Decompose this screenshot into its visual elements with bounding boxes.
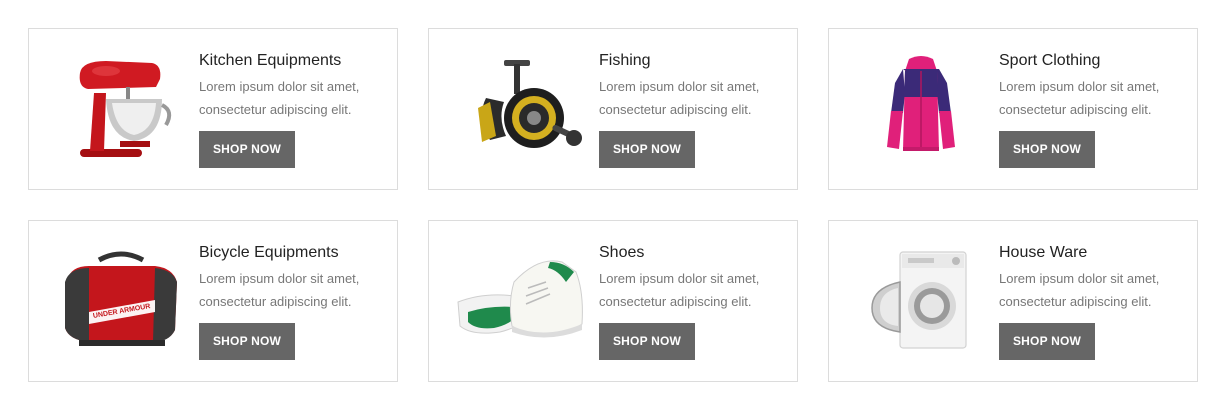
- card-description-line-1: Lorem ipsum dolor sit amet,: [999, 271, 1160, 286]
- card-description-line-1: Lorem ipsum dolor sit amet,: [599, 79, 760, 94]
- category-card-kitchen-equipments[interactable]: Kitchen Equipments Lorem ipsum dolor sit…: [28, 28, 398, 190]
- category-card-bicycle-equipments[interactable]: UNDER ARMOUR Bicycle Equipments Lorem ip…: [28, 220, 398, 382]
- card-title[interactable]: Bicycle Equipments: [199, 243, 389, 263]
- card-title[interactable]: Fishing: [599, 51, 789, 71]
- sneakers-image[interactable]: [451, 239, 591, 361]
- card-description-line-1: Lorem ipsum dolor sit amet,: [999, 79, 1160, 94]
- category-grid: Kitchen Equipments Lorem ipsum dolor sit…: [0, 0, 1230, 410]
- duffel-bag-image[interactable]: UNDER ARMOUR: [51, 239, 191, 361]
- card-description-line-1: Lorem ipsum dolor sit amet,: [599, 271, 760, 286]
- card-description-line-2: consectetur adipiscing elit.: [199, 102, 352, 117]
- card-title[interactable]: Shoes: [599, 243, 789, 263]
- card-description-line-2: consectetur adipiscing elit.: [599, 294, 752, 309]
- shop-now-button[interactable]: SHOP NOW: [199, 131, 295, 168]
- card-title[interactable]: House Ware: [999, 243, 1189, 263]
- shop-now-button[interactable]: SHOP NOW: [999, 131, 1095, 168]
- sport-jacket-image[interactable]: [851, 47, 991, 169]
- card-description-line-2: consectetur adipiscing elit.: [999, 294, 1152, 309]
- card-description-line-2: consectetur adipiscing elit.: [999, 102, 1152, 117]
- card-description-line-2: consectetur adipiscing elit.: [599, 102, 752, 117]
- card-description-line-1: Lorem ipsum dolor sit amet,: [199, 271, 360, 286]
- card-title[interactable]: Sport Clothing: [999, 51, 1189, 71]
- shop-now-button[interactable]: SHOP NOW: [999, 323, 1095, 360]
- card-description-line-2: consectetur adipiscing elit.: [199, 294, 352, 309]
- category-card-shoes[interactable]: Shoes Lorem ipsum dolor sit amet, consec…: [428, 220, 798, 382]
- shop-now-button[interactable]: SHOP NOW: [599, 323, 695, 360]
- shop-now-button[interactable]: SHOP NOW: [599, 131, 695, 168]
- stand-mixer-image[interactable]: [51, 47, 191, 169]
- category-card-fishing[interactable]: Fishing Lorem ipsum dolor sit amet, cons…: [428, 28, 798, 190]
- card-description-line-1: Lorem ipsum dolor sit amet,: [199, 79, 360, 94]
- washing-machine-image[interactable]: [851, 239, 991, 361]
- shop-now-button[interactable]: SHOP NOW: [199, 323, 295, 360]
- category-card-house-ware[interactable]: House Ware Lorem ipsum dolor sit amet, c…: [828, 220, 1198, 382]
- category-card-sport-clothing[interactable]: Sport Clothing Lorem ipsum dolor sit ame…: [828, 28, 1198, 190]
- card-title[interactable]: Kitchen Equipments: [199, 51, 389, 71]
- fishing-reel-image[interactable]: [451, 47, 591, 169]
